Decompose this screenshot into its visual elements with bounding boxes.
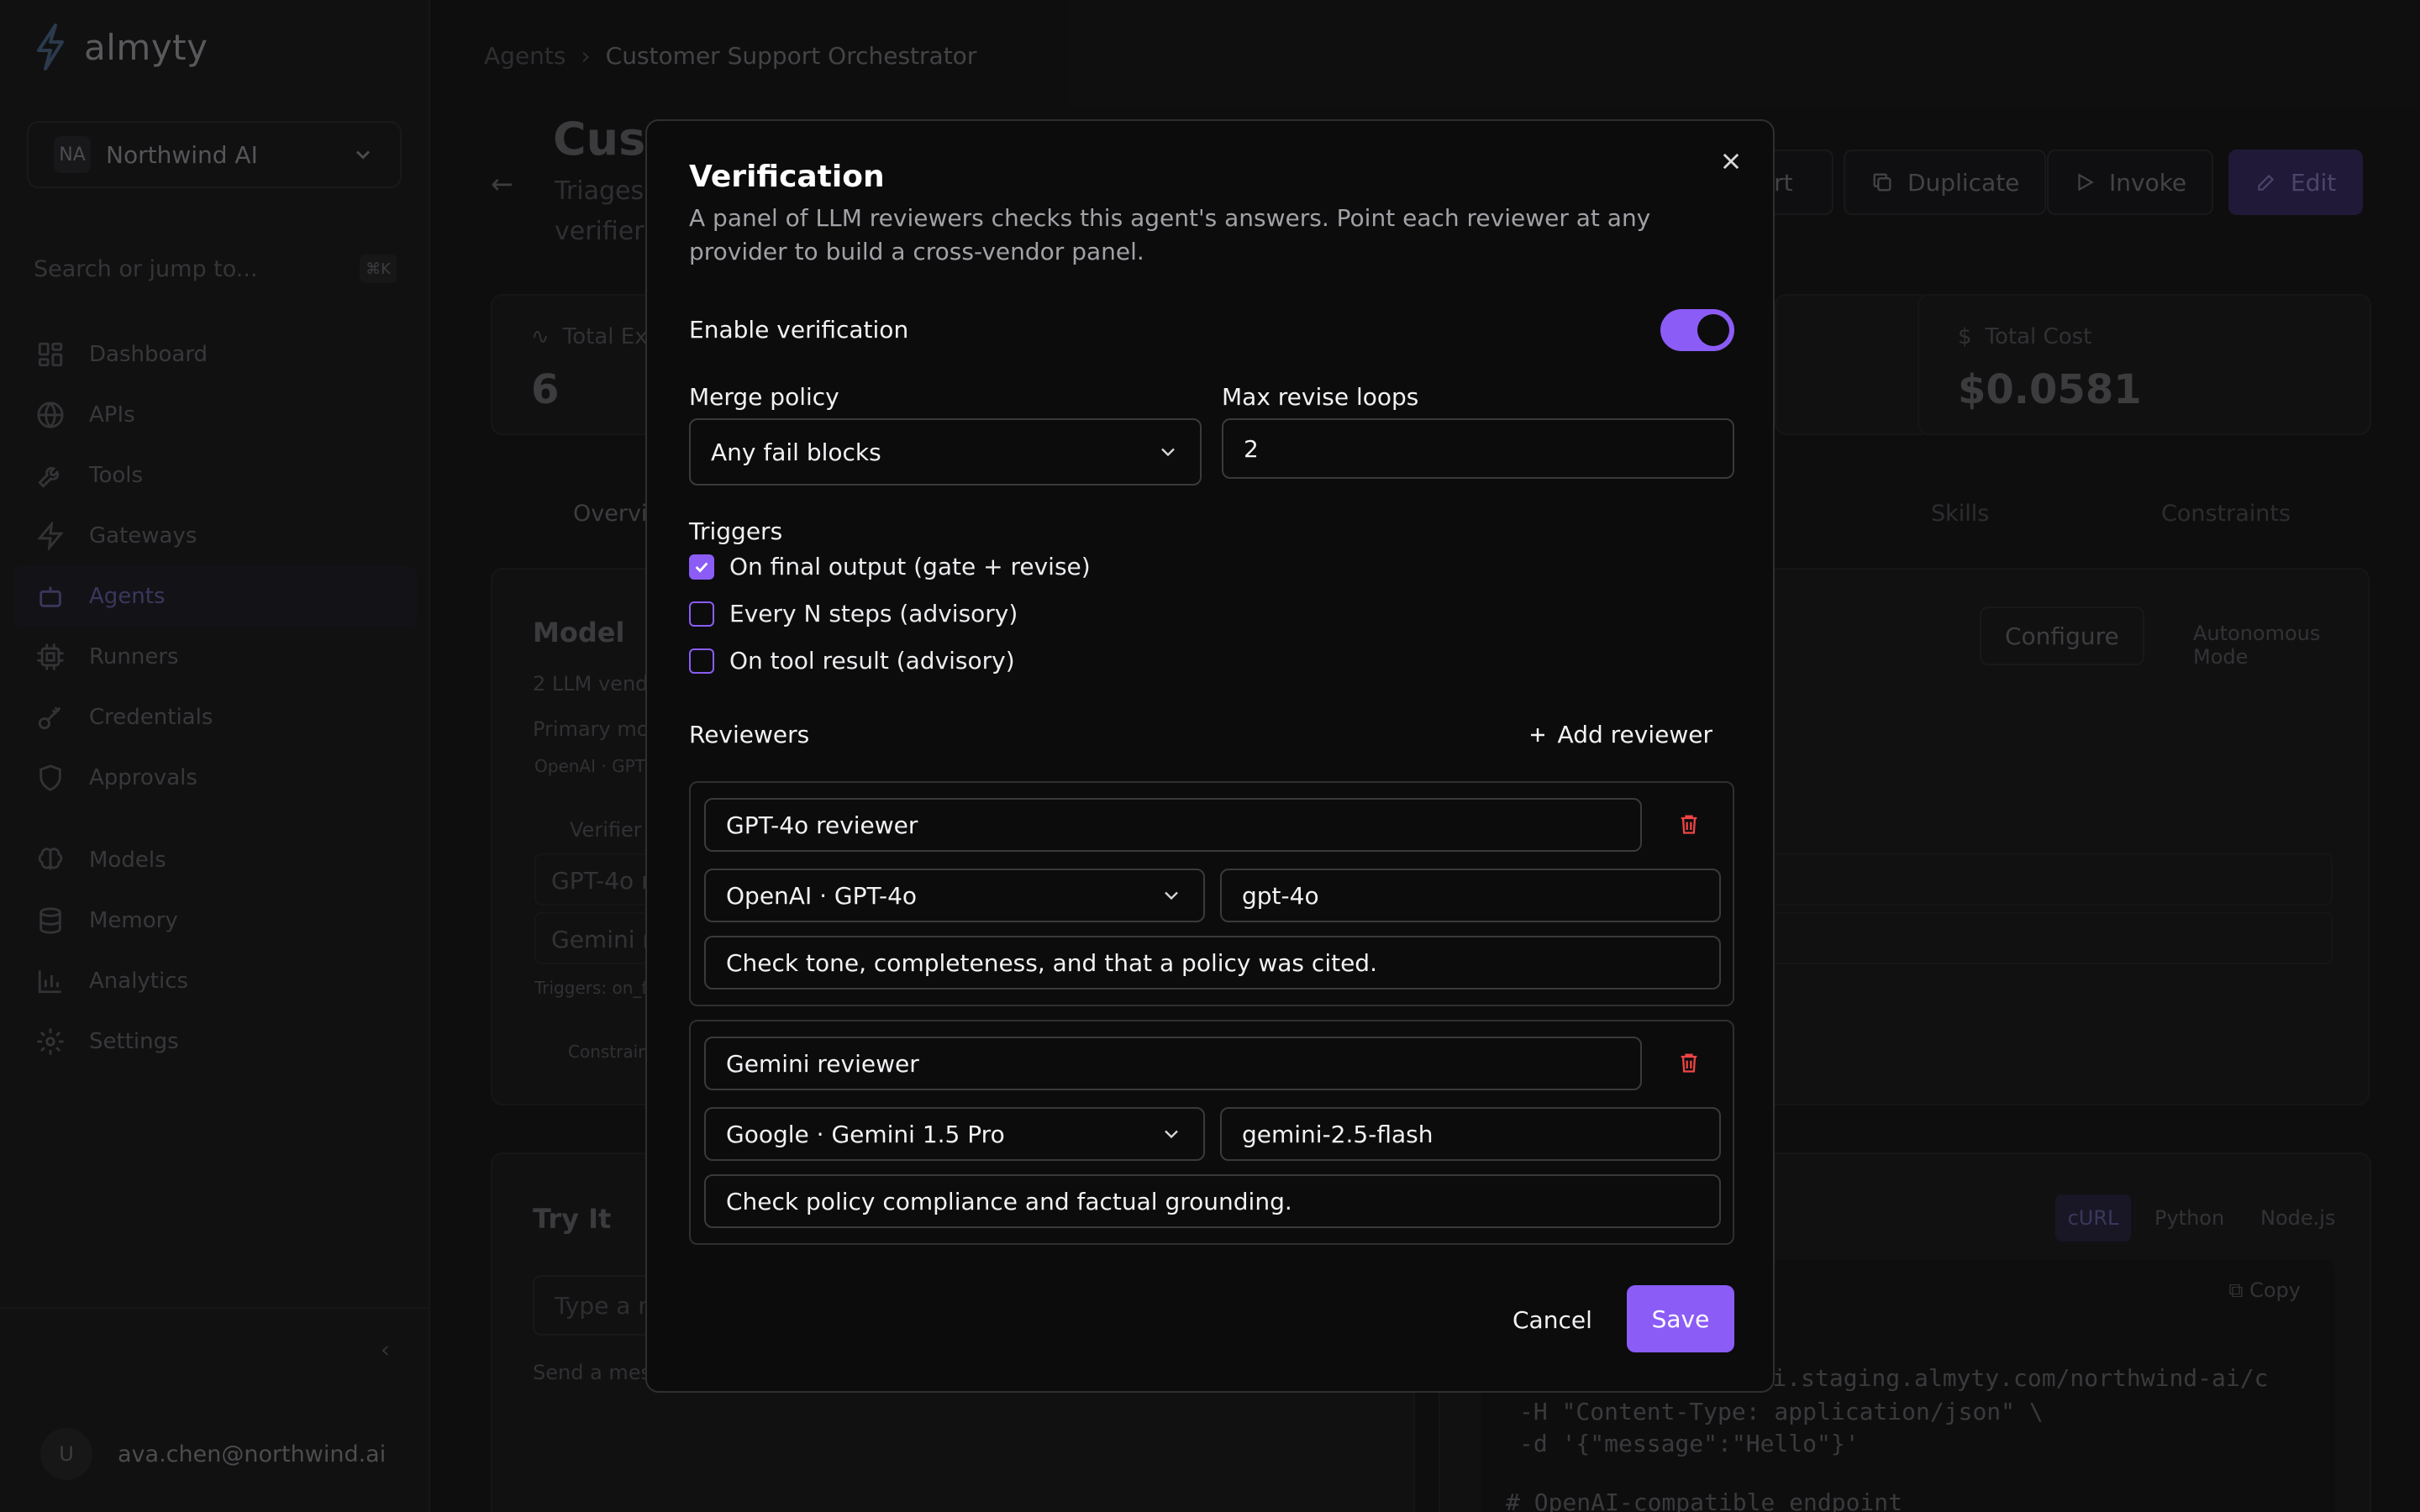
max-revise-loops-value: 2 (1244, 434, 1259, 463)
plus-icon (1530, 727, 1544, 742)
reviewer-provider-select[interactable]: OpenAI · GPT-4o (704, 869, 1205, 922)
reviewers-label: Reviewers (689, 721, 810, 748)
triggers-label: Triggers (689, 517, 783, 545)
reviewer-model-input[interactable]: gemini-2.5-flash (1220, 1107, 1721, 1161)
reviewer-name-input[interactable]: Gemini reviewer (704, 1037, 1642, 1090)
merge-policy-label: Merge policy (689, 383, 839, 411)
dialog-title: Verification (689, 160, 885, 194)
reviewer-instructions: Check tone, completeness, and that a pol… (726, 948, 1377, 977)
trigger-label: On final output (gate + revise) (729, 553, 1091, 580)
reviewer-model: gemini-2.5-flash (1242, 1120, 1434, 1148)
reviewer-card: Gemini reviewer Google · Gemini 1.5 Pro … (689, 1020, 1734, 1245)
checkbox-unchecked-icon (689, 601, 714, 627)
reviewer-model: gpt-4o (1242, 881, 1319, 910)
cancel-button[interactable]: Cancel (1492, 1287, 1612, 1352)
reviewer-card: GPT-4o reviewer OpenAI · GPT-4o gpt-4o C… (689, 781, 1734, 1006)
checkbox-checked-icon (689, 554, 714, 580)
reviewer-model-input[interactable]: gpt-4o (1220, 869, 1721, 922)
trigger-label: On tool result (advisory) (729, 647, 1015, 675)
close-icon[interactable] (1719, 150, 1743, 176)
reviewer-name: GPT-4o reviewer (726, 811, 918, 839)
delete-reviewer-icon[interactable] (1677, 811, 1701, 837)
delete-reviewer-icon[interactable] (1677, 1050, 1701, 1075)
reviewer-provider-select[interactable]: Google · Gemini 1.5 Pro (704, 1107, 1205, 1161)
reviewer-instructions-input[interactable]: Check policy compliance and factual grou… (704, 1174, 1721, 1228)
trigger-label: Every N steps (advisory) (729, 600, 1018, 627)
trigger-every-n-steps-checkbox[interactable]: Every N steps (advisory) (689, 600, 1018, 627)
reviewer-name: Gemini reviewer (726, 1049, 919, 1078)
toggle-knob (1697, 314, 1729, 346)
reviewer-provider: Google · Gemini 1.5 Pro (726, 1120, 1005, 1148)
enable-verification-toggle[interactable] (1660, 309, 1734, 351)
chevron-down-icon (1165, 1130, 1178, 1139)
reviewer-provider: OpenAI · GPT-4o (726, 881, 918, 910)
dialog-description: A panel of LLM reviewers checks this age… (689, 204, 1651, 265)
trigger-tool-result-checkbox[interactable]: On tool result (advisory) (689, 647, 1015, 675)
add-reviewer-button[interactable]: Add reviewer (1528, 721, 1712, 748)
enable-verification-label: Enable verification (689, 316, 909, 344)
trigger-final-output-checkbox[interactable]: On final output (gate + revise) (689, 553, 1091, 580)
chevron-down-icon (1161, 448, 1175, 457)
max-revise-loops-input[interactable]: 2 (1222, 418, 1734, 479)
merge-policy-select[interactable]: Any fail blocks (689, 418, 1202, 486)
merge-policy-value: Any fail blocks (711, 438, 881, 466)
checkbox-unchecked-icon (689, 648, 714, 674)
reviewer-name-input[interactable]: GPT-4o reviewer (704, 798, 1642, 852)
verification-dialog: Verification A panel of LLM reviewers ch… (645, 119, 1775, 1393)
max-revise-loops-label: Max revise loops (1222, 383, 1419, 411)
add-reviewer-label: Add reviewer (1557, 721, 1712, 748)
chevron-down-icon (1165, 891, 1178, 900)
save-button[interactable]: Save (1627, 1285, 1734, 1352)
reviewer-instructions: Check policy compliance and factual grou… (726, 1187, 1292, 1215)
reviewer-instructions-input[interactable]: Check tone, completeness, and that a pol… (704, 936, 1721, 990)
